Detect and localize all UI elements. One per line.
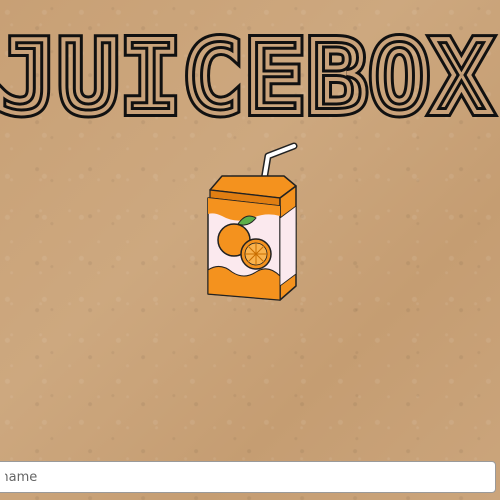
username-field-container (0, 461, 496, 493)
app-title-logo: JUICEBOX JUICEBOX (0, 22, 497, 132)
juice-box-icon (196, 142, 306, 312)
juice-box-icon-graphic (207, 142, 298, 301)
app-title-inner: JUICEBOX (0, 22, 494, 132)
username-input[interactable] (0, 462, 495, 492)
app-title: JUICEBOX JUICEBOX (0, 22, 500, 132)
